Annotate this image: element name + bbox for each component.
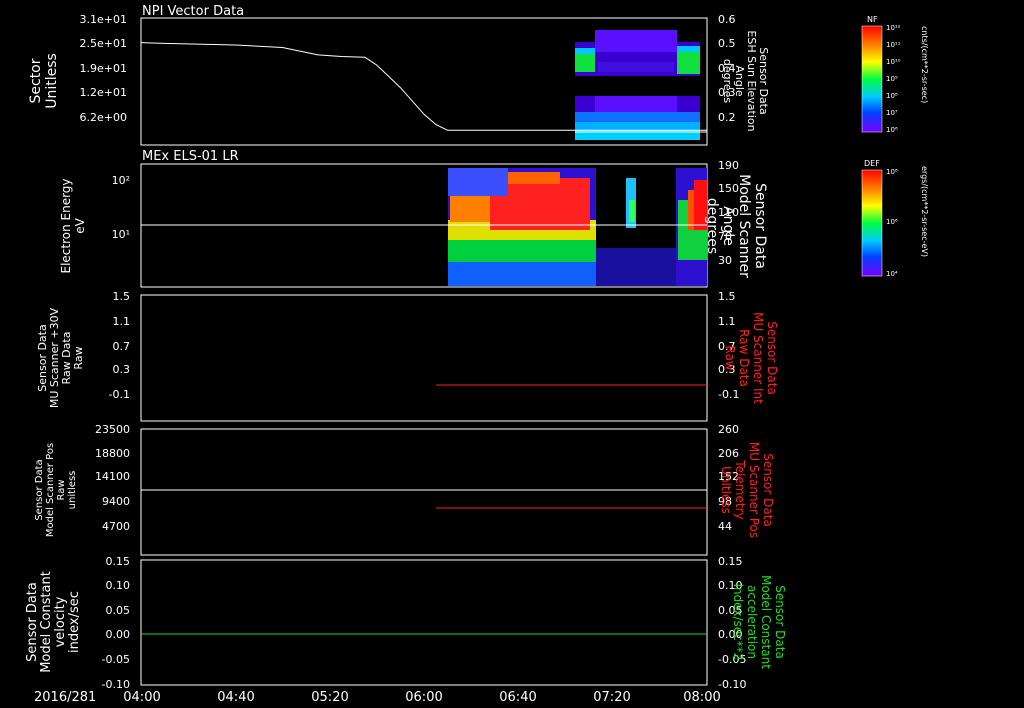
time-tick-6: 08:00: [683, 690, 720, 705]
date-label: 2016/281: [34, 690, 96, 705]
pos-ltick-3: 9400: [102, 495, 130, 508]
plot-canvas: NPI Vector Data MEx ELS-01 LR 3.1e+01 2.…: [25, 4, 929, 705]
colorbar-nf: NF 10¹² 10¹¹ 10¹⁰ 10⁹ 10⁸ 10⁷ 10⁶ cnts/(…: [861, 15, 929, 134]
els-ltick-1: 10¹: [112, 228, 130, 241]
els-llabel-0: Electron Energy: [59, 178, 73, 273]
els-ltick-0: 10²: [112, 174, 130, 187]
time-tick-4: 06:40: [499, 690, 536, 705]
panel-mu30: [140, 294, 708, 422]
def-tick-2: 10⁴: [886, 270, 898, 278]
els-rtick-1: 150: [718, 182, 739, 195]
npi-ltick-0: 3.1e+01: [80, 13, 127, 26]
const-ltick-2: 0.05: [106, 604, 131, 617]
time-tick-2: 05:20: [311, 690, 348, 705]
els-llabel-1: eV: [73, 217, 87, 233]
npi-ltick-2: 1.9e+01: [80, 62, 127, 75]
panel-pos: [140, 428, 708, 556]
time-tick-1: 04:40: [217, 690, 254, 705]
els-rlabel-0: Sensor Data: [752, 183, 768, 269]
const-rtick-0: 0.15: [718, 555, 743, 568]
npi-ltick-3: 1.2e+01: [80, 86, 127, 99]
pos-llabel-0: Sensor Data: [34, 459, 45, 520]
pos-ltick-4: 4700: [102, 520, 130, 533]
els-rlabel-3: degrees: [704, 198, 720, 254]
mu30-rtick-0: 1.5: [718, 290, 736, 303]
time-tick-5: 07:20: [593, 690, 630, 705]
mu30-rlabel-1: MU Scanner Int: [751, 312, 765, 404]
const-llabel-3: index/sec: [67, 591, 82, 653]
pos-llabel-1: Model Scanner Pos: [45, 443, 56, 537]
npi-rtick-1: 0.5: [718, 37, 736, 50]
npi-rtick-0: 0.6: [718, 13, 736, 26]
time-tick-3: 06:00: [405, 690, 442, 705]
els-rlabel-2: Angle: [720, 206, 736, 246]
mu30-rlabel-0: Sensor Data: [765, 321, 779, 395]
const-rlabel-0: Sensor Data: [773, 585, 787, 659]
const-llabel-1: Model Constant: [39, 571, 54, 673]
pos-rlabel-2: Telemetry: [733, 459, 747, 519]
els-rtick-4: 30: [718, 254, 732, 267]
time-tick-0: 04:00: [123, 690, 160, 705]
def-tick-0: 10⁸: [886, 168, 898, 176]
mu30-ltick-3: 0.3: [113, 363, 131, 376]
npi-ltick-4: 6.2e+00: [80, 111, 127, 124]
nf-tick-4: 10⁸: [886, 92, 898, 100]
npi-rlabel-3: degrees: [721, 59, 734, 104]
const-ltick-0: 0.15: [106, 555, 131, 568]
npi-llabel-1: Unitless: [44, 53, 60, 109]
nf-units: cnts/(cm**2-sr-sec): [920, 26, 929, 103]
def-title: DEF: [864, 159, 880, 168]
pos-rtick-1: 206: [718, 447, 739, 460]
nf-tick-6: 10⁶: [886, 126, 898, 134]
mu30-ltick-4: -0.1: [109, 388, 130, 401]
pos-llabel-3: unitless: [67, 471, 78, 510]
const-ltick-3: 0.00: [106, 628, 131, 641]
els-title: MEx ELS-01 LR: [142, 149, 239, 164]
const-rlabel-2: acceleration: [745, 585, 759, 659]
const-llabel-0: Sensor Data: [25, 582, 40, 662]
nf-title: NF: [867, 15, 878, 24]
nf-tick-2: 10¹⁰: [886, 58, 901, 66]
mu30-rlabel-2: Raw Data: [737, 329, 751, 387]
pos-rtick-0: 260: [718, 423, 739, 436]
npi-rtick-4: 0.2: [718, 111, 736, 124]
mu30-ltick-2: 0.7: [113, 340, 131, 353]
const-rlabel-1: Model Constant: [759, 575, 773, 669]
els-rtick-0: 190: [718, 159, 739, 172]
nf-tick-1: 10¹¹: [886, 41, 901, 49]
els-spectrogram: [448, 168, 707, 286]
nf-tick-0: 10¹²: [886, 24, 901, 32]
els-rlabel-1: Model Scanner: [736, 174, 752, 278]
mu30-rlabel-3: Raw: [723, 345, 737, 370]
panel-const: [140, 559, 708, 686]
def-units: ergs/(cm**2-sr-sec-eV): [920, 166, 929, 257]
mu30-rtick-4: -0.1: [718, 388, 739, 401]
const-rlabel-3: index/sec**2: [731, 584, 745, 661]
npi-spectrogram: [575, 30, 700, 140]
pos-ltick-2: 14100: [95, 470, 130, 483]
npi-title: NPI Vector Data: [142, 4, 244, 19]
nf-tick-3: 10⁹: [886, 75, 898, 83]
pos-rlabel-0: Sensor Data: [761, 453, 775, 527]
pos-rtick-4: 44: [718, 520, 732, 533]
colorbar-def: DEF 10⁸ 10⁶ 10⁴ ergs/(cm**2-sr-sec-eV): [861, 159, 929, 278]
npi-llabel-0: Sector: [28, 58, 44, 103]
pos-rlabel-1: MU Scanner Pos: [747, 442, 761, 538]
mu30-rtick-1: 1.1: [718, 315, 736, 328]
pos-ltick-0: 23500: [95, 423, 130, 436]
nf-tick-5: 10⁷: [886, 109, 898, 117]
npi-ltick-1: 2.5e+01: [80, 37, 127, 50]
def-tick-1: 10⁶: [886, 218, 898, 226]
pos-llabel-2: Raw: [56, 479, 67, 500]
const-rtick-5: -0.10: [718, 678, 746, 691]
const-ltick-4: -0.05: [102, 653, 130, 666]
pos-rlabel-3: Unitless: [719, 466, 733, 514]
const-ltick-1: 0.10: [106, 579, 131, 592]
mu30-ltick-1: 1.1: [113, 315, 131, 328]
pos-ltick-1: 18800: [95, 447, 130, 460]
mu30-ltick-0: 1.5: [113, 290, 131, 303]
mu30-llabel-3: Raw: [72, 346, 85, 369]
const-llabel-2: velocity: [53, 596, 68, 647]
